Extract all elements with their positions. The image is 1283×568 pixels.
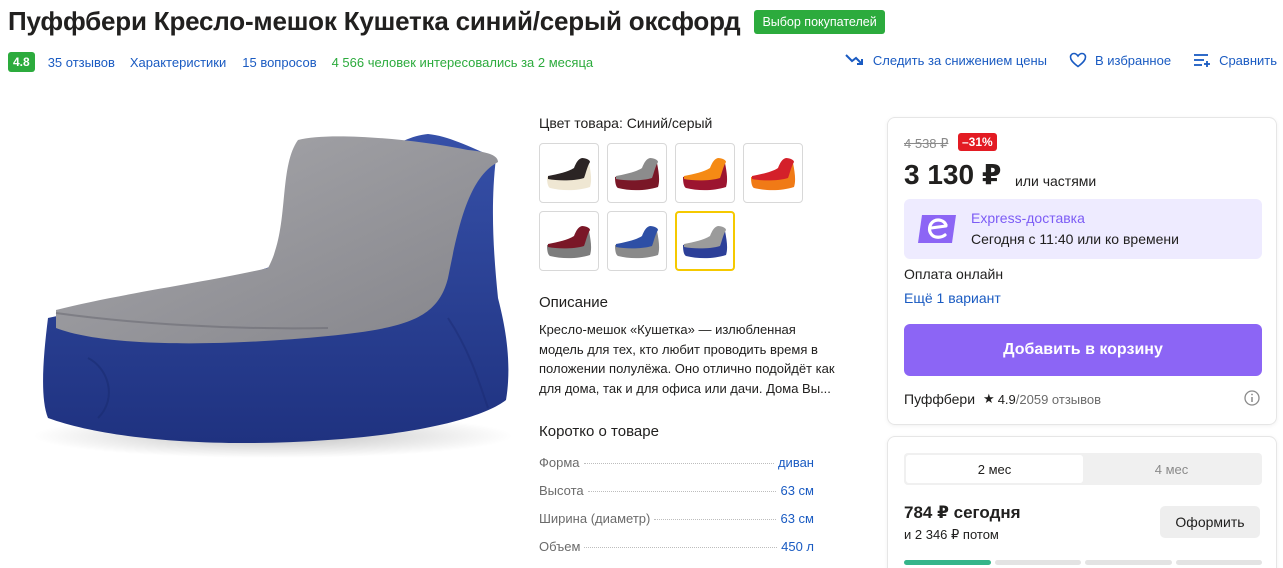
checkout-button[interactable]: Оформить <box>1160 506 1260 538</box>
specs-list: Форма диван Высота 63 см Ширина (диаметр… <box>539 455 814 567</box>
pay-today: 784 ₽ сегодня <box>904 503 1021 522</box>
swatch-thumbnail <box>615 226 660 259</box>
tab-2-months[interactable]: 2 мес <box>906 455 1083 483</box>
color-swatch-black-beige[interactable] <box>539 143 599 203</box>
add-to-cart-button[interactable]: Добавить в корзину <box>904 324 1262 376</box>
product-image[interactable] <box>28 118 518 468</box>
swatch-thumbnail <box>683 158 728 191</box>
current-price: 3 130 ₽ <box>904 159 1002 190</box>
spec-row: Форма диван <box>539 455 814 483</box>
seller-info: Пуффбери ★ 4.9 /2059 отзывов <box>904 391 1101 407</box>
spec-value[interactable]: диван <box>778 455 814 470</box>
progress-segment <box>1085 560 1172 565</box>
rating-badge: 4.8 <box>8 52 35 72</box>
seller-rating-value: 4.9 <box>997 391 1016 407</box>
color-swatch-grey-blue[interactable] <box>675 211 735 271</box>
track-price-button[interactable]: Следить за снижением цены <box>845 52 1047 68</box>
express-logo-icon <box>918 215 956 243</box>
color-label-value: Синий/серый <box>626 115 713 131</box>
express-delivery: Express-доставка Сегодня с 11:40 или ко … <box>904 199 1262 259</box>
seller-name[interactable]: Пуффбери <box>904 391 975 407</box>
swatch-thumbnail <box>683 226 728 259</box>
compare-button[interactable]: Сравнить <box>1193 52 1277 68</box>
interest-counter: 4 566 человек интересовались за 2 месяца <box>331 54 594 70</box>
favorite-label: В избранное <box>1094 52 1172 68</box>
spec-name: Объем <box>539 539 581 554</box>
title-row: Пуффбери Кресло-мешок Кушетка синий/серы… <box>8 6 885 37</box>
questions-link[interactable]: 15 вопросов <box>242 55 316 70</box>
compare-icon <box>1194 54 1211 67</box>
color-swatch-red-orange[interactable] <box>743 143 803 203</box>
seller-rating[interactable]: ★ 4.9 /2059 отзывов <box>983 391 1101 407</box>
express-title: Express-доставка <box>971 210 1085 226</box>
pay-later: и 2 346 ₽ потом <box>904 527 999 542</box>
swatch-thumbnail <box>547 226 592 259</box>
product-actions: Следить за снижением цены В избранное Ср… <box>823 52 1277 68</box>
spec-dots <box>583 463 774 464</box>
installments-label[interactable]: или частями <box>1015 173 1096 189</box>
progress-segment <box>1175 560 1262 565</box>
page-title: Пуффбери Кресло-мешок Кушетка синий/серы… <box>8 6 741 36</box>
star-icon: ★ <box>983 391 995 406</box>
express-subtitle: Сегодня с 11:40 или ко времени <box>971 231 1179 247</box>
description-text: Кресло-мешок «Кушетка» — излюбленная мод… <box>539 322 835 396</box>
short-info-title: Коротко о товаре <box>539 423 659 440</box>
swatch-thumbnail <box>615 158 660 191</box>
characteristics-link[interactable]: Характеристики <box>130 55 226 70</box>
color-swatches <box>539 143 803 271</box>
discount-badge: –31% <box>958 133 997 151</box>
track-price-label: Следить за снижением цены <box>872 52 1047 68</box>
color-swatch-orange-burgundy[interactable] <box>675 143 735 203</box>
info-icon[interactable] <box>1244 390 1260 406</box>
color-swatch-burgundy-grey[interactable] <box>539 211 599 271</box>
payment-method: Оплата онлайн <box>904 266 1004 282</box>
price-down-icon <box>845 54 863 65</box>
progress-segment <box>994 560 1081 565</box>
seller-reviews-count: /2059 отзывов <box>1015 391 1102 407</box>
buy-card: 4 538 ₽ –31% 3 130 ₽ или частями Express… <box>887 117 1277 425</box>
heart-icon <box>1069 52 1087 68</box>
more-variants-link[interactable]: Ещё 1 вариант <box>904 290 1001 306</box>
spec-value[interactable]: 63 см <box>780 511 814 526</box>
color-label: Цвет товара: Синий/серый <box>539 115 712 131</box>
reviews-link[interactable]: 35 отзывов <box>48 55 115 70</box>
spec-dots <box>587 491 777 492</box>
installment-progress <box>904 560 1262 565</box>
compare-label: Сравнить <box>1219 52 1277 68</box>
spec-value[interactable]: 450 л <box>781 539 814 554</box>
spec-row: Ширина (диаметр) 63 см <box>539 511 814 539</box>
color-label-title: Цвет товара: <box>539 115 623 131</box>
favorite-button[interactable]: В избранное <box>1069 52 1171 68</box>
spec-dots <box>654 519 777 520</box>
spec-name: Высота <box>539 483 584 498</box>
description-title: Описание <box>539 294 609 311</box>
color-swatch-blue-grey[interactable] <box>607 211 667 271</box>
spec-row: Объем 450 л <box>539 539 814 567</box>
old-price: 4 538 ₽ <box>904 136 949 151</box>
spec-name: Ширина (диаметр) <box>539 511 651 526</box>
swatch-thumbnail <box>751 158 796 191</box>
spec-value[interactable]: 63 см <box>780 483 814 498</box>
installment-tabs: 2 мес 4 мес <box>904 453 1262 485</box>
color-swatch-grey-burgundy[interactable] <box>607 143 667 203</box>
spec-row: Высота 63 см <box>539 483 814 511</box>
swatch-thumbnail <box>547 158 592 191</box>
installment-card: 2 мес 4 мес 784 ₽ сегодня и 2 346 ₽ пото… <box>887 436 1277 568</box>
spec-dots <box>584 547 778 548</box>
spec-name: Форма <box>539 455 580 470</box>
tab-4-months[interactable]: 4 мес <box>1083 455 1260 483</box>
progress-segment <box>904 560 991 565</box>
meta-row: 4.8 35 отзывов Характеристики 15 вопросо… <box>8 52 593 72</box>
customer-choice-badge: Выбор покупателей <box>754 9 885 34</box>
